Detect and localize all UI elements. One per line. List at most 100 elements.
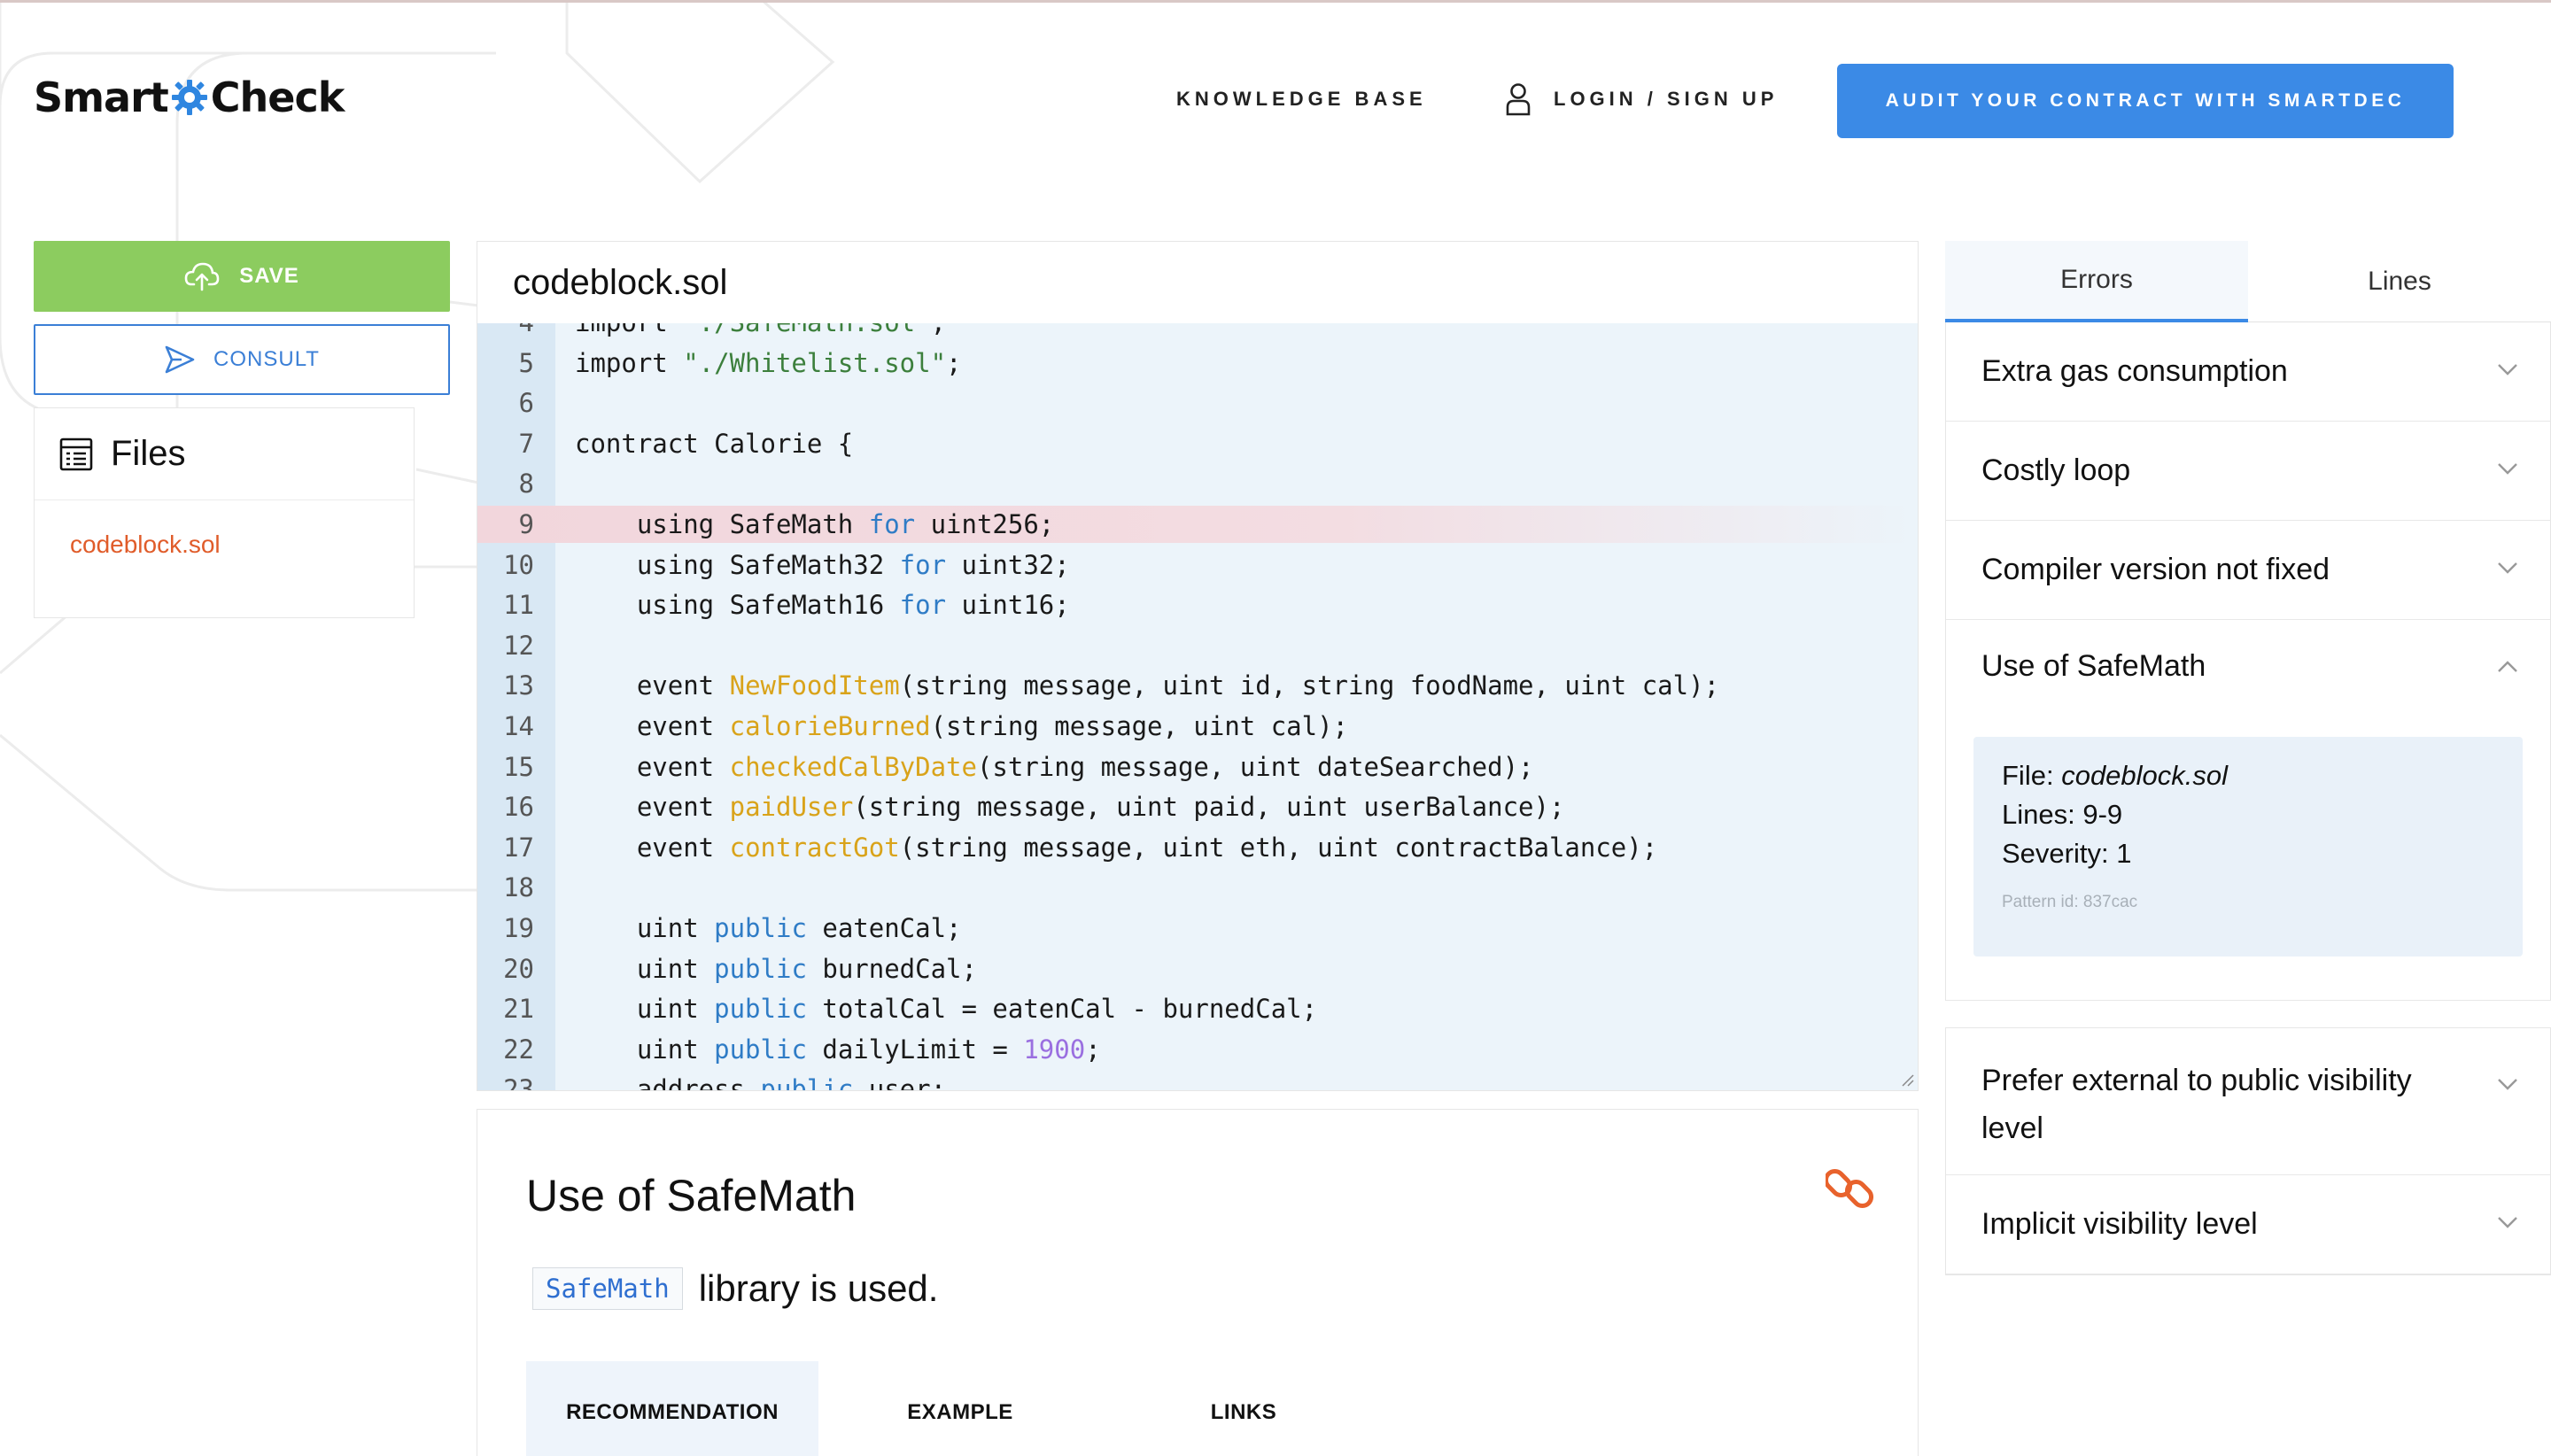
detail-severity: Severity: 1 bbox=[2002, 838, 2132, 869]
top-border bbox=[0, 0, 2551, 3]
code-line[interactable]: 18 bbox=[477, 869, 1918, 906]
error-header-safemath[interactable]: Use of SafeMath bbox=[1946, 620, 2550, 712]
code-editor-panel: codeblock.sol 4 import "./SafeMath.sol"; 5… bbox=[477, 241, 1919, 1091]
code-text: address public user; bbox=[575, 1074, 947, 1090]
link-icon[interactable] bbox=[1826, 1165, 1873, 1212]
code-line[interactable]: 8 bbox=[477, 465, 1918, 502]
save-label: SAVE bbox=[239, 264, 299, 288]
code-line[interactable]: 4 import "./SafeMath.sol"; bbox=[477, 323, 1918, 341]
nav-knowledge-base[interactable]: KNOWLEDGE BASE bbox=[1176, 78, 1427, 120]
line-number: 13 bbox=[503, 670, 534, 701]
error-title: Extra gas consumption bbox=[1981, 354, 2288, 388]
code-line[interactable]: 11 using SafeMath16 for uint16; bbox=[477, 586, 1918, 623]
chevron-down-icon bbox=[2498, 463, 2517, 475]
tab-lines[interactable]: Lines bbox=[2248, 241, 2551, 322]
code-line[interactable]: 10 using SafeMath32 for uint32; bbox=[477, 546, 1918, 584]
tab-recommendation[interactable]: RECOMMENDATION bbox=[526, 1361, 818, 1456]
code-text: contract Calorie { bbox=[575, 428, 854, 459]
save-button[interactable]: SAVE bbox=[34, 241, 450, 312]
audit-contract-button[interactable]: AUDIT YOUR CONTRACT WITH SMARTDEC bbox=[1837, 64, 2454, 138]
gear-icon bbox=[170, 78, 209, 117]
line-number: 22 bbox=[503, 1034, 534, 1065]
error-title: Prefer external to public visibility lev… bbox=[1981, 1064, 2412, 1145]
line-number: 8 bbox=[518, 469, 534, 500]
chevron-down-icon bbox=[2498, 1079, 2517, 1090]
file-item-codeblock[interactable]: codeblock.sol bbox=[35, 531, 414, 559]
error-item-costly-loop[interactable]: Costly loop bbox=[1946, 422, 2550, 521]
line-number: 11 bbox=[503, 590, 534, 621]
error-item-compiler-version[interactable]: Compiler version not fixed bbox=[1946, 521, 2550, 620]
code-line[interactable]: 19 uint public eatenCal; bbox=[477, 910, 1918, 947]
error-list-continued: Prefer external to public visibility lev… bbox=[1945, 1027, 2551, 1275]
logo-text-check: Check bbox=[210, 74, 345, 121]
code-line[interactable]: 21 uint public totalCal = eatenCal - bur… bbox=[477, 990, 1918, 1027]
code-text: import "./Whitelist.sol"; bbox=[575, 347, 962, 378]
code-line[interactable]: 6 bbox=[477, 384, 1918, 422]
tab-errors[interactable]: Errors bbox=[1945, 241, 2248, 322]
code-line[interactable]: 5 import "./Whitelist.sol"; bbox=[477, 345, 1918, 382]
code-text: import "./SafeMath.sol"; bbox=[575, 323, 946, 341]
smartcheck-logo[interactable]: Smart Check bbox=[34, 71, 345, 124]
error-title: Costly loop bbox=[1981, 453, 2131, 487]
detail-file-value: codeblock.sol bbox=[2061, 760, 2229, 791]
line-number: 20 bbox=[503, 953, 534, 984]
files-panel: Files codeblock.sol bbox=[34, 407, 415, 618]
cloud-upload-icon bbox=[184, 262, 220, 291]
line-number: 12 bbox=[503, 630, 534, 661]
user-icon bbox=[1506, 83, 1531, 116]
resize-handle-icon[interactable] bbox=[1900, 1073, 1914, 1087]
code-line[interactable]: 16 event paidUser(string message, uint p… bbox=[477, 788, 1918, 825]
consult-button[interactable]: CONSULT bbox=[34, 324, 450, 395]
description-sentence: library is used. bbox=[698, 1267, 939, 1309]
right-panel-tabs: Errors Lines bbox=[1945, 241, 2551, 322]
tab-example[interactable]: EXAMPLE bbox=[818, 1361, 1102, 1456]
code-line[interactable]: 23 address public user; bbox=[477, 1071, 1918, 1090]
error-item-prefer-external[interactable]: Prefer external to public visibility lev… bbox=[1946, 1028, 2550, 1175]
code-line[interactable]: 7 contract Calorie { bbox=[477, 425, 1918, 462]
description-title: Use of SafeMath bbox=[526, 1171, 857, 1220]
code-text: event calorieBurned(string message, uint… bbox=[575, 711, 1348, 741]
line-number: 5 bbox=[518, 347, 534, 378]
code-text: uint public burnedCal; bbox=[575, 953, 977, 984]
error-item-extra-gas[interactable]: Extra gas consumption bbox=[1946, 322, 2550, 422]
code-area[interactable]: 4 import "./SafeMath.sol"; 5 import "./Whit… bbox=[477, 323, 1918, 1090]
line-number: 15 bbox=[503, 751, 534, 782]
send-icon bbox=[165, 345, 195, 374]
detail-file: File: codeblock.sol bbox=[2002, 760, 2228, 792]
code-line[interactable]: 9 using SafeMath for uint256; bbox=[477, 506, 1918, 543]
code-text: event paidUser(string message, uint paid… bbox=[575, 792, 1565, 823]
error-title: Implicit visibility level bbox=[1981, 1207, 2258, 1241]
nav-login-signup[interactable]: LOGIN / SIGN UP bbox=[1506, 78, 1778, 120]
login-label: LOGIN / SIGN UP bbox=[1554, 88, 1779, 110]
code-text: uint public dailyLimit = 1900; bbox=[575, 1034, 1101, 1065]
code-text: uint public eatenCal; bbox=[575, 913, 962, 943]
line-number: 21 bbox=[503, 994, 534, 1025]
file-list-icon bbox=[59, 438, 93, 470]
chevron-down-icon bbox=[2498, 562, 2517, 574]
tab-links[interactable]: LINKS bbox=[1102, 1361, 1385, 1456]
chevron-down-icon bbox=[2498, 364, 2517, 376]
code-line[interactable]: 22 uint public dailyLimit = 1900; bbox=[477, 1031, 1918, 1068]
code-line[interactable]: 14 event calorieBurned(string message, u… bbox=[477, 708, 1918, 745]
consult-label: CONSULT bbox=[213, 347, 320, 371]
chevron-up-icon bbox=[2498, 661, 2517, 672]
line-number: 23 bbox=[503, 1074, 534, 1090]
error-title: Compiler version not fixed bbox=[1981, 553, 2330, 586]
files-header: Files bbox=[35, 408, 414, 500]
code-line[interactable]: 20 uint public burnedCal; bbox=[477, 950, 1918, 987]
line-number: 19 bbox=[503, 913, 534, 943]
line-number: 6 bbox=[518, 388, 534, 419]
detail-pattern-id: Pattern id: 837cac bbox=[2002, 893, 2138, 911]
code-line[interactable]: 13 event NewFoodItem(string message, uin… bbox=[477, 667, 1918, 704]
code-text: using SafeMath for uint256; bbox=[575, 509, 1055, 539]
line-number: 7 bbox=[518, 428, 534, 459]
code-line[interactable]: 15 event checkedCalByDate(string message… bbox=[477, 748, 1918, 786]
code-line[interactable]: 12 bbox=[477, 627, 1918, 664]
error-item-implicit-visibility[interactable]: Implicit visibility level bbox=[1946, 1175, 2550, 1274]
code-line[interactable]: 17 event contractGot(string message, uin… bbox=[477, 829, 1918, 866]
error-detail-box[interactable]: File: codeblock.sol Lines: 9-9 Severity:… bbox=[1973, 737, 2523, 956]
code-text: event NewFoodItem(string message, uint i… bbox=[575, 670, 1720, 701]
description-text: SafeMath library is used. bbox=[532, 1267, 938, 1310]
code-text: uint public totalCal = eatenCal - burned… bbox=[575, 994, 1318, 1025]
line-number: 17 bbox=[503, 832, 534, 863]
